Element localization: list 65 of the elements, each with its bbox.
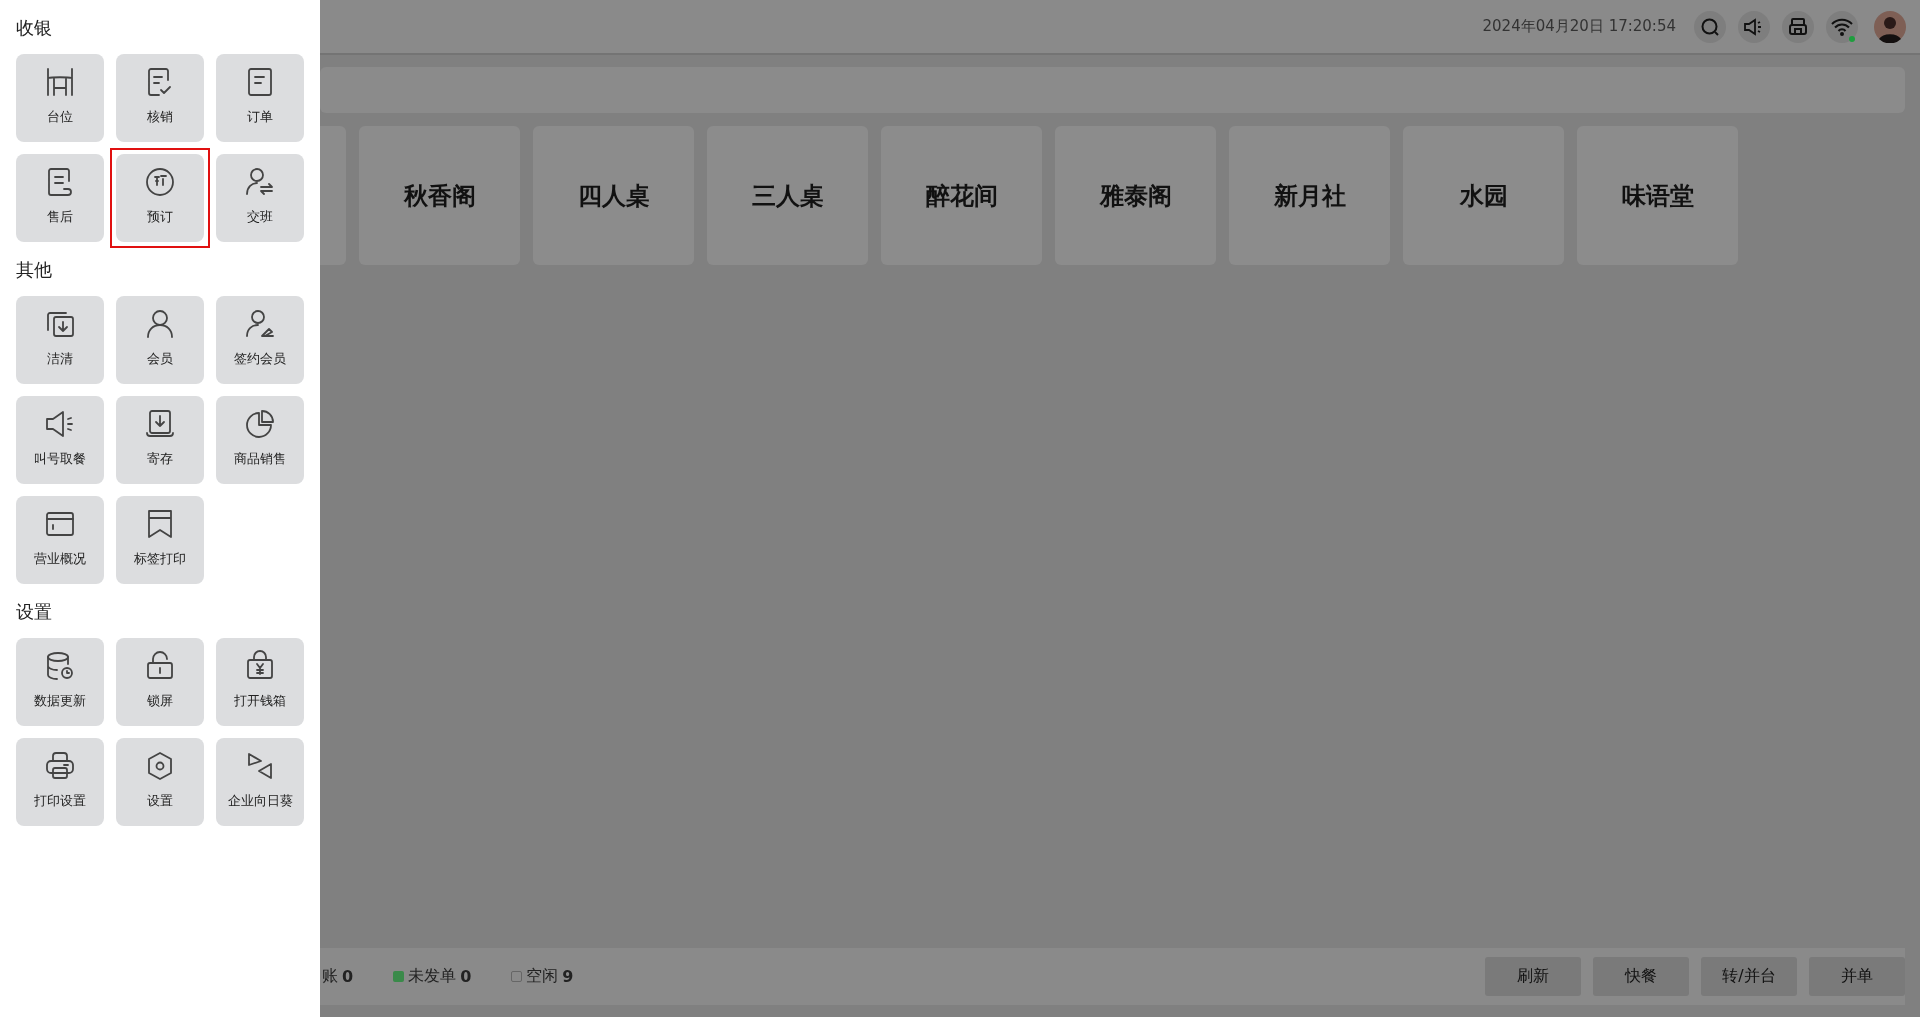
menu-tile[interactable]: 叫号取餐	[16, 396, 104, 484]
menu-tile[interactable]: 交班	[216, 154, 304, 242]
status-label: 账	[322, 966, 338, 987]
speaker-icon[interactable]	[1738, 10, 1770, 43]
menu-tile[interactable]: 签约会员	[216, 296, 304, 384]
printer-icon[interactable]	[1782, 10, 1814, 43]
table-card[interactable]: 新月社	[1229, 126, 1390, 265]
table-name: 雅泰阁	[1099, 180, 1172, 212]
table-name: 秋香阁	[403, 180, 476, 212]
action-button[interactable]: 转/并台	[1701, 957, 1797, 996]
table-card[interactable]: 雅泰阁	[1055, 126, 1216, 265]
menu-tile[interactable]: 核销	[116, 54, 204, 142]
table-card[interactable]: 醉花间	[881, 126, 1042, 265]
table-name: 三人桌	[751, 180, 824, 212]
menu-tile[interactable]: 标签打印	[116, 496, 204, 584]
table-name: 新月社	[1273, 180, 1346, 212]
printer-icon	[44, 750, 76, 782]
menu-tile[interactable]: 企业向日葵	[216, 738, 304, 826]
lock-icon	[144, 650, 176, 682]
menu-tile[interactable]: 会员	[116, 296, 204, 384]
table-icon	[44, 66, 76, 98]
table-name: 四人桌	[577, 180, 650, 212]
avatar[interactable]	[1874, 10, 1906, 43]
action-button[interactable]: 快餐	[1593, 957, 1689, 996]
status-count: 0	[460, 967, 472, 986]
menu-tile[interactable]: 商品销售	[216, 396, 304, 484]
action-button[interactable]: 刷新	[1485, 957, 1581, 996]
cash-icon	[244, 650, 276, 682]
datetime: 2024年04月20日 17:20:54	[1482, 17, 1676, 36]
user-icon	[144, 308, 176, 340]
status-count: 0	[342, 967, 354, 986]
wifi-icon[interactable]	[1826, 10, 1858, 43]
menu-tile[interactable]: 订单	[216, 54, 304, 142]
search-icon[interactable]	[1694, 10, 1726, 43]
menu-tile[interactable]: 锁屏	[116, 638, 204, 726]
table-name: 水园	[1459, 180, 1508, 212]
menu-tile[interactable]: 预订	[116, 154, 204, 242]
table-card[interactable]: 水园	[1403, 126, 1564, 265]
usersign-icon	[244, 308, 276, 340]
table-name: 醉花间	[925, 180, 998, 212]
status-label: 空闲	[526, 966, 559, 987]
table-card[interactable]: 三人桌	[707, 126, 868, 265]
section-title: 收银	[16, 16, 53, 40]
menu-tile[interactable]: 洁清	[16, 296, 104, 384]
menu-tile[interactable]: 寄存	[116, 396, 204, 484]
table-card[interactable]: 秋香阁	[359, 126, 520, 265]
section-title: 其他	[16, 258, 53, 282]
status-square	[511, 971, 523, 982]
speaker-icon	[44, 408, 76, 440]
menu-tile[interactable]: 售后	[16, 154, 104, 242]
action-button[interactable]: 并单	[1809, 957, 1905, 996]
status-count: 9	[562, 967, 574, 986]
menu-tile[interactable]: 打印设置	[16, 738, 104, 826]
menu-tile[interactable]: 台位	[16, 54, 104, 142]
pie-icon	[244, 408, 276, 440]
menu-tile[interactable]: 设置	[116, 738, 204, 826]
menu-tile[interactable]: 数据更新	[16, 638, 104, 726]
menu-tile[interactable]: 打开钱箱	[216, 638, 304, 726]
menu-tile[interactable]: 营业概况	[16, 496, 104, 584]
section-title: 设置	[16, 600, 53, 624]
table-card[interactable]: 四人桌	[533, 126, 694, 265]
table-card[interactable]: 味语堂	[1577, 126, 1738, 265]
status-label: 未发单	[408, 966, 457, 987]
table-name: 味语堂	[1621, 180, 1694, 212]
swap-icon	[244, 166, 276, 198]
